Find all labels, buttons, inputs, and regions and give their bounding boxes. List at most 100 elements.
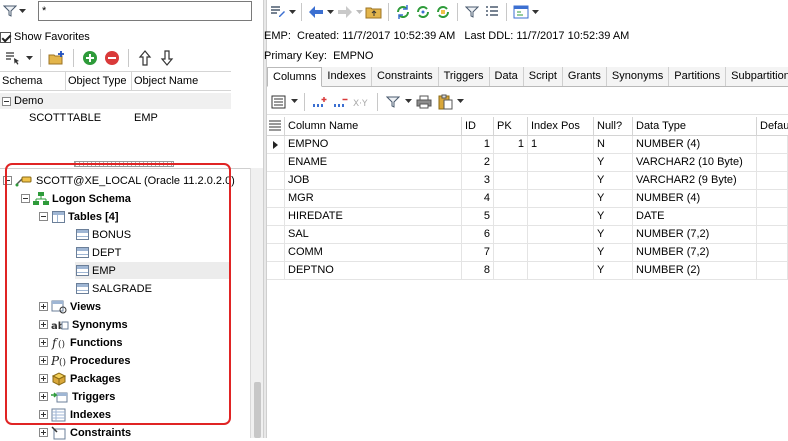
chevron-down-icon[interactable]: [26, 55, 33, 61]
chevron-down-icon[interactable]: [457, 99, 464, 104]
tree-node-table-salgrade[interactable]: SALGRADE: [75, 280, 152, 297]
grid-menu-button[interactable]: [270, 93, 288, 111]
add-folder-button[interactable]: [48, 49, 66, 67]
cell-id[interactable]: 8: [462, 262, 494, 280]
column-header-schema[interactable]: Schema: [0, 72, 66, 90]
column-header-data-type[interactable]: Data Type: [633, 117, 757, 136]
cell-null[interactable]: Y: [594, 190, 633, 208]
cell-def[interactable]: [757, 154, 788, 172]
cell-pk[interactable]: [494, 190, 528, 208]
chevron-down-icon[interactable]: [405, 99, 412, 104]
grid-select-all[interactable]: [267, 117, 285, 136]
column-header-object-type[interactable]: Object Type: [66, 72, 132, 90]
cell-pk[interactable]: [494, 262, 528, 280]
filter-dropdown[interactable]: [0, 2, 34, 20]
cell-idx[interactable]: [528, 172, 594, 190]
cell-def[interactable]: [757, 244, 788, 262]
cell-idx[interactable]: [528, 244, 594, 262]
cell-null[interactable]: Y: [594, 244, 633, 262]
table-row[interactable]: COMM 7 Y NUMBER (7,2): [267, 244, 788, 262]
row-indicator[interactable]: [267, 136, 285, 154]
cell-name[interactable]: EMPNO: [285, 136, 462, 154]
cell-idx[interactable]: [528, 262, 594, 280]
cell-null[interactable]: Y: [594, 172, 633, 190]
collapse-icon[interactable]: [2, 96, 11, 106]
forward-button[interactable]: [336, 3, 354, 21]
cell-id[interactable]: 3: [462, 172, 494, 190]
cell-name[interactable]: MGR: [285, 190, 462, 208]
cell-pk[interactable]: [494, 172, 528, 190]
cell-def[interactable]: [757, 226, 788, 244]
cell-def[interactable]: [757, 172, 788, 190]
table-row[interactable]: MGR 4 Y NUMBER (4): [267, 190, 788, 208]
cell-null[interactable]: Y: [594, 208, 633, 226]
tree-node-procedures[interactable]: P() Procedures: [39, 352, 131, 369]
cell-idx[interactable]: [528, 190, 594, 208]
tab-grants[interactable]: Grants: [562, 67, 607, 86]
chevron-down-icon[interactable]: [356, 9, 363, 15]
back-button[interactable]: [307, 3, 325, 21]
column-header-index-pos[interactable]: Index Pos: [528, 117, 594, 136]
table-row[interactable]: DEPTNO 8 Y NUMBER (2): [267, 262, 788, 280]
scrollbar-thumb[interactable]: [254, 382, 261, 438]
cell-pk[interactable]: 1: [494, 136, 528, 154]
tab-script[interactable]: Script: [523, 67, 563, 86]
collapse-icon[interactable]: [21, 194, 30, 203]
cell-name[interactable]: DEPTNO: [285, 262, 462, 280]
window-button[interactable]: [512, 3, 530, 21]
cell-id[interactable]: 4: [462, 190, 494, 208]
cell-idx[interactable]: [528, 154, 594, 172]
expand-icon[interactable]: [39, 338, 48, 347]
expand-icon[interactable]: [39, 428, 48, 437]
show-favorites-checkbox[interactable]: [0, 31, 11, 43]
cell-type[interactable]: NUMBER (4): [633, 136, 757, 154]
cell-name[interactable]: HIREDATE: [285, 208, 462, 226]
cell-def[interactable]: [757, 136, 788, 154]
chevron-down-icon[interactable]: [532, 9, 539, 15]
table-row[interactable]: JOB 3 Y VARCHAR2 (9 Byte): [267, 172, 788, 190]
chevron-down-icon[interactable]: [291, 99, 298, 104]
tree-scrollbar[interactable]: [250, 168, 263, 438]
edit-button[interactable]: [269, 3, 287, 21]
cell-type[interactable]: NUMBER (7,2): [633, 244, 757, 262]
cell-name[interactable]: JOB: [285, 172, 462, 190]
tree-node-views[interactable]: Views: [39, 298, 101, 315]
table-row[interactable]: ENAME 2 Y VARCHAR2 (10 Byte): [267, 154, 788, 172]
tree-node-table-dept[interactable]: DEPT: [75, 244, 121, 261]
tree-node-table-bonus[interactable]: BONUS: [75, 226, 131, 243]
cell-idx[interactable]: [528, 226, 594, 244]
tree-node-table-emp[interactable]: EMP: [75, 262, 231, 279]
cell-id[interactable]: 1: [462, 136, 494, 154]
tab-columns[interactable]: Columns: [267, 67, 323, 87]
tree-node-functions[interactable]: f() Functions: [39, 334, 123, 351]
collapse-icon[interactable]: [3, 176, 12, 185]
tab-subpartitions[interactable]: Subpartitions: [726, 67, 788, 86]
column-header-null[interactable]: Null?: [594, 117, 633, 136]
cell-name[interactable]: COMM: [285, 244, 462, 262]
tab-synonyms[interactable]: Synonyms: [606, 67, 670, 86]
tab-data[interactable]: Data: [489, 67, 524, 86]
compare-button[interactable]: [434, 3, 452, 21]
cell-type[interactable]: NUMBER (7,2): [633, 226, 757, 244]
remove-favorite-button[interactable]: [103, 49, 121, 67]
cell-null[interactable]: N: [594, 136, 633, 154]
expand-icon[interactable]: [39, 302, 48, 311]
print-button[interactable]: [415, 93, 433, 111]
folder-up-button[interactable]: [365, 3, 383, 21]
cell-pk[interactable]: [494, 244, 528, 262]
expand-icon[interactable]: [39, 410, 48, 419]
xy-button[interactable]: X·Y: [353, 93, 371, 111]
cell-id[interactable]: 5: [462, 208, 494, 226]
expand-icon[interactable]: [39, 356, 48, 365]
column-header-name[interactable]: Column Name: [285, 117, 462, 136]
cell-idx[interactable]: 1: [528, 136, 594, 154]
tree-node-logon-schema[interactable]: Logon Schema: [21, 190, 131, 207]
cell-def[interactable]: [757, 190, 788, 208]
row-indicator[interactable]: [267, 190, 285, 208]
column-filter-button[interactable]: [384, 93, 402, 111]
row-indicator[interactable]: [267, 154, 285, 172]
table-row[interactable]: SAL 6 Y NUMBER (7,2): [267, 226, 788, 244]
table-row[interactable]: EMPNO 1 1 1 N NUMBER (4): [267, 136, 788, 154]
expand-icon[interactable]: [39, 374, 48, 383]
cell-type[interactable]: NUMBER (2): [633, 262, 757, 280]
